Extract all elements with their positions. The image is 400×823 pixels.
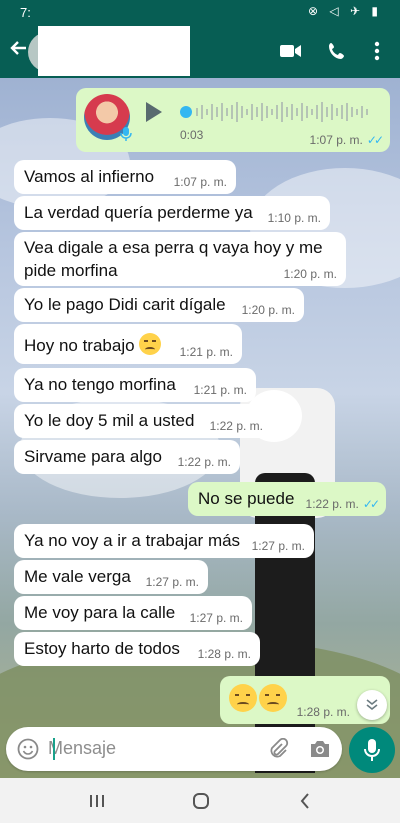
message-time: 1:22 p. m.: [177, 455, 231, 469]
message-composer[interactable]: Mensaje: [6, 727, 342, 771]
recent-apps-icon[interactable]: [82, 788, 112, 814]
message-time: 1:07 p. m.: [173, 175, 227, 189]
message-time: 1:28 p. m.: [296, 705, 350, 719]
message-text: No se puede: [198, 489, 295, 508]
message-bubble[interactable]: Yo le pago Didi carit dígale 1:20 p. m.: [14, 288, 304, 322]
message-bubble[interactable]: La verdad quería perderme ya 1:10 p. m.: [14, 196, 330, 230]
read-ticks-icon: ✓✓: [366, 133, 384, 147]
microphone-icon: [364, 739, 380, 761]
message-text: Vamos al infierno: [24, 167, 155, 186]
message-bubble[interactable]: Vea digale a esa perra q vaya hoy y me p…: [14, 232, 346, 286]
message-text: Yo le pago Didi carit dígale: [24, 295, 226, 314]
play-icon[interactable]: [146, 102, 162, 122]
message-input[interactable]: Mensaje: [48, 738, 116, 759]
emoji-icon[interactable]: [16, 737, 40, 761]
phone-icon[interactable]: [322, 36, 352, 66]
status-icons: ⊗ ◁ ✈ ▮: [308, 4, 382, 18]
sad-face-emoji-icon: [138, 333, 161, 355]
message-bubble[interactable]: Me vale verga 1:27 p. m.: [14, 560, 208, 594]
video-call-icon[interactable]: [276, 36, 306, 66]
waveform[interactable]: [180, 100, 370, 124]
voice-record-button[interactable]: [349, 727, 395, 773]
message-time: 1:21 p. m.: [193, 383, 247, 397]
message-text: Ya no voy a ir a trabajar más: [24, 531, 241, 550]
read-ticks-icon: ✓✓: [362, 497, 380, 511]
pensive-face-emoji-icon: [259, 684, 287, 712]
home-icon[interactable]: [186, 788, 216, 814]
microphone-icon: [120, 126, 132, 141]
message-text: Me voy para la calle: [24, 603, 176, 622]
message-time: 1:28 p. m.: [197, 647, 251, 661]
scroll-down-button[interactable]: [357, 690, 387, 720]
camera-icon[interactable]: [308, 737, 332, 761]
message-time: 1:21 p. m.: [179, 345, 233, 359]
message-text-wrap: Hoy no trabajo: [24, 333, 161, 356]
message-emojis: [228, 684, 288, 713]
message-bubble[interactable]: Me voy para la calle 1:27 p. m.: [14, 596, 252, 630]
message-time: 1:27 p. m.: [145, 575, 199, 589]
more-vert-icon[interactable]: [362, 36, 392, 66]
text-cursor: [53, 738, 55, 760]
message-bubble[interactable]: Yo le doy 5 mil a usted 1:22 p. m.: [14, 404, 272, 438]
chat-header: [0, 26, 400, 78]
message-time: 1:20 p. m.: [283, 267, 337, 281]
message-bubble[interactable]: Estoy harto de todos 1:28 p. m.: [14, 632, 260, 666]
voice-duration: 0:03: [180, 128, 204, 142]
message-text: Yo le doy 5 mil a usted: [24, 411, 195, 430]
message-bubble[interactable]: Sirvame para algo 1:22 p. m.: [14, 440, 240, 474]
message-bubble[interactable]: Ya no tengo morfina 1:21 p. m.: [14, 368, 256, 402]
pensive-face-emoji-icon: [229, 684, 257, 712]
chevron-double-down-icon: [366, 699, 378, 711]
message-text: Hoy no trabajo: [24, 336, 135, 355]
message-time: 1:22 p. m.: [209, 419, 263, 433]
message-time: 1:27 p. m.: [189, 611, 243, 625]
message-time: 1:07 p. m. ✓✓: [309, 133, 385, 147]
back-nav-icon[interactable]: [290, 788, 320, 814]
message-bubble[interactable]: Vamos al infierno 1:07 p. m.: [14, 160, 236, 194]
message-time: 1:27 p. m.: [251, 539, 305, 553]
message-text: Ya no tengo morfina: [24, 375, 176, 394]
message-bubble[interactable]: Hoy no trabajo 1:21 p. m.: [14, 324, 242, 364]
message-time: 1:10 p. m.: [267, 211, 321, 225]
message-bubble[interactable]: Ya no voy a ir a trabajar más 1:27 p. m.: [14, 524, 314, 558]
message-text: Sirvame para algo: [24, 447, 162, 466]
system-nav-bar: [0, 778, 400, 823]
voice-note-message[interactable]: 0:03 1:07 p. m. ✓✓: [76, 88, 390, 152]
message-bubble[interactable]: No se puede 1:22 p. m. ✓✓: [188, 482, 386, 516]
message-time: 1:22 p. m. ✓✓: [305, 497, 381, 511]
message-text: Estoy harto de todos: [24, 639, 180, 658]
status-time: 7:: [20, 5, 31, 20]
message-time: 1:20 p. m.: [241, 303, 295, 317]
paperclip-icon[interactable]: [266, 737, 290, 761]
message-text: Me vale verga: [24, 567, 131, 586]
message-text: La verdad quería perderme ya: [24, 203, 253, 222]
contact-name[interactable]: [38, 26, 190, 76]
status-bar: 7: ⊗ ◁ ✈ ▮: [0, 0, 400, 26]
